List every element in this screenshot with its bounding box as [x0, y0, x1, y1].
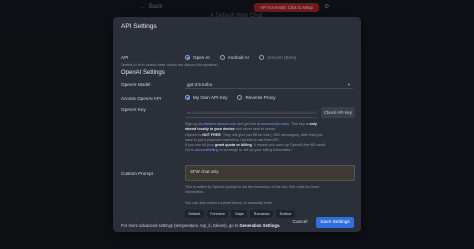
- help-text: , it means you used up OpenAI free $5 cr…: [251, 143, 327, 148]
- help-strong: NOT FREE: [202, 132, 221, 137]
- preset-romance-button[interactable]: Romance: [250, 210, 274, 218]
- preset-list: Default Freedom Gaps Romance Erotica: [185, 210, 295, 218]
- model-label: OpenAI Model: [121, 82, 151, 87]
- api-beta-note: Jenbot AI is in closed beta, follow the …: [121, 63, 218, 67]
- custom-prompt-textarea[interactable]: SFW chat only: [185, 165, 355, 181]
- save-settings-button[interactable]: Save Settings: [316, 217, 354, 228]
- preset-gaps-button[interactable]: Gaps: [231, 210, 248, 218]
- api-settings-modal: API Settings API Open AI Android AI Jeni…: [113, 17, 361, 232]
- footer-note-text: For more advanced settings (temperature,…: [121, 223, 239, 228]
- access-radio-group: My Own API Key Reverse Proxy: [185, 95, 276, 100]
- preset-default-button[interactable]: Default: [185, 210, 204, 218]
- api-label: API: [121, 55, 129, 60]
- api-radio-group: Open AI Android AI Jeniush (Beta): [185, 55, 296, 60]
- help-strong: stored locally in your device: [185, 127, 235, 132]
- cancel-button[interactable]: Cancel: [289, 217, 311, 228]
- api-keys-link[interactable]: account/api-keys: [261, 122, 289, 126]
- preset-note: You can also select a preset below, or m…: [185, 201, 273, 205]
- radio-openai[interactable]: Open AI: [185, 55, 210, 60]
- billing-link[interactable]: account/billing: [195, 148, 218, 152]
- help-text: and get this at: [237, 122, 261, 126]
- radio-jeniush-beta[interactable]: Jeniush (Beta): [258, 55, 297, 60]
- help-text: . They will give you $5 for trial (~500 …: [220, 132, 323, 137]
- help-text: If you use all your: [185, 143, 214, 148]
- openai-platform-link[interactable]: platform.openai.com: [203, 122, 236, 126]
- radio-reverse-proxy[interactable]: Reverse Proxy: [237, 95, 276, 100]
- custom-prompt-label: Custom Prompt: [121, 171, 153, 176]
- help-text: to recharge or set up your billing infor…: [219, 148, 293, 153]
- help-strong: grant quota or billing: [214, 143, 252, 148]
- radio-indicator: [258, 55, 264, 60]
- radio-indicator: [185, 55, 190, 60]
- api-key-help: Sign up at platform.openai.com and get t…: [185, 122, 355, 154]
- check-api-key-button[interactable]: Check API Key: [321, 107, 355, 118]
- radio-own-api-key[interactable]: My Own API Key: [185, 95, 227, 100]
- openai-section-title: OpenAI Settings: [121, 70, 165, 76]
- radio-label: Reverse Proxy: [245, 95, 276, 100]
- help-text: Go to: [185, 148, 195, 153]
- preset-freedom-button[interactable]: Freedom: [206, 210, 229, 218]
- radio-label: Jeniush (Beta): [266, 55, 297, 60]
- api-key-input[interactable]: sk-XXXXXXXXXXXXXXXXXXXXXXXXXXXXXXXXXXXXX…: [185, 108, 317, 118]
- help-text: OpenAI is: [185, 132, 202, 137]
- help-text: . This key is: [288, 122, 309, 126]
- help-strong: only: [309, 122, 317, 126]
- access-label: Access OpenAI API: [121, 96, 162, 101]
- radio-label: Android AI: [227, 55, 249, 60]
- model-select-value: gpt-3.5-turbo: [187, 82, 213, 87]
- radio-indicator: [237, 95, 243, 100]
- radio-android-ai[interactable]: Android AI: [219, 55, 249, 60]
- radio-label: Open AI: [193, 55, 210, 60]
- radio-indicator: [185, 95, 190, 100]
- modal-title: API Settings: [121, 23, 157, 30]
- radio-label: My Own API Key: [193, 95, 228, 100]
- api-key-label: OpenAI Key: [121, 107, 146, 112]
- help-text: and never sent to server.: [235, 127, 277, 132]
- prompt-note: information.: [185, 190, 205, 194]
- help-text: Sign up at: [185, 122, 202, 126]
- chevron-down-icon: ▾: [347, 82, 350, 87]
- model-select[interactable]: gpt-3.5-turbo ▾: [185, 80, 353, 89]
- advanced-settings-note: For more advanced settings (temperature,…: [121, 223, 280, 228]
- generation-settings-link[interactable]: Generation Settings.: [239, 223, 280, 228]
- radio-indicator: [219, 55, 225, 60]
